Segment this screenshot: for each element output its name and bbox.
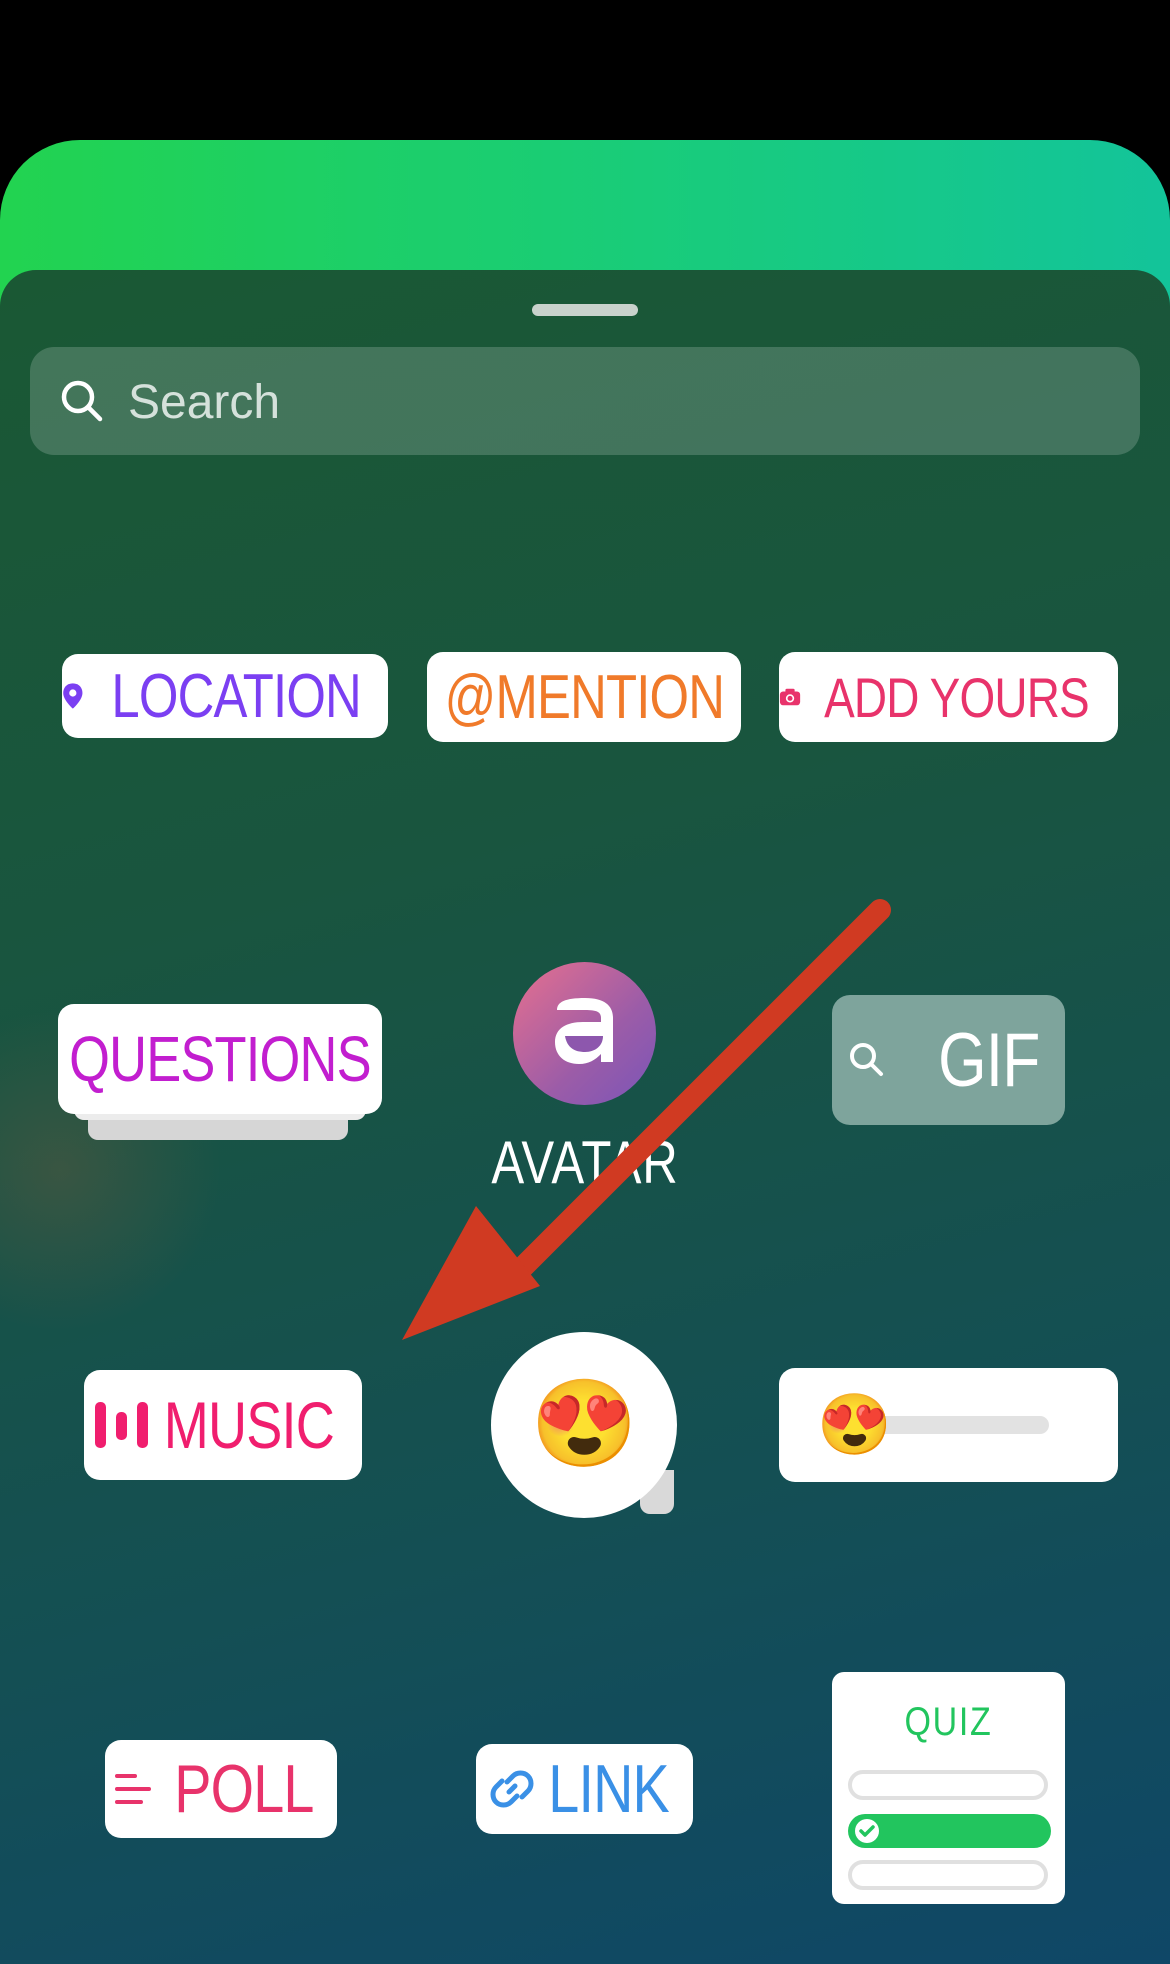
search-bar[interactable]: Search (30, 347, 1140, 455)
quiz-label: QUIZ (904, 1700, 993, 1744)
quiz-option-3 (848, 1860, 1048, 1890)
quiz-option-correct (848, 1814, 1051, 1848)
link-label: LINK (548, 1751, 670, 1827)
mention-sticker[interactable]: @MENTION (427, 652, 741, 742)
poll-label: POLL (174, 1751, 314, 1827)
gif-sticker[interactable]: GIF (832, 995, 1065, 1125)
check-circle-icon (855, 1819, 879, 1843)
slider-emoji: 😍 (817, 1391, 892, 1458)
gif-label: GIF (937, 1017, 1040, 1103)
quiz-sticker[interactable]: QUIZ (832, 1672, 1065, 1904)
heart-eyes-emoji: 😍 (530, 1376, 638, 1472)
link-chain-icon (490, 1770, 534, 1808)
gif-search-icon (849, 1043, 883, 1076)
emoji-slider-sticker[interactable]: 😍 (779, 1368, 1118, 1482)
threads-at-icon: @ (444, 662, 496, 732)
mention-label: @MENTION (444, 662, 724, 733)
questions-sticker[interactable]: QUESTIONS (58, 1004, 382, 1144)
questions-card: QUESTIONS (58, 1004, 382, 1114)
poll-sticker[interactable]: POLL (105, 1740, 337, 1838)
search-input[interactable]: Search (128, 375, 280, 430)
poll-lines-icon (115, 1774, 152, 1804)
avatar-label: AVATAR (491, 1129, 679, 1196)
search-icon (61, 380, 103, 422)
music-sticker[interactable]: MUSIC (84, 1370, 362, 1480)
emoji-reaction-sticker[interactable]: 😍 (491, 1332, 677, 1518)
music-label: MUSIC (163, 1388, 335, 1462)
location-label: LOCATION (111, 661, 361, 731)
add-yours-label: ADD YOURS (824, 665, 1090, 729)
mention-text: MENTION (495, 662, 724, 732)
link-sticker[interactable]: LINK (476, 1744, 693, 1834)
add-yours-sticker[interactable]: ADD YOURS (779, 652, 1118, 742)
location-sticker[interactable]: LOCATION (62, 654, 388, 738)
location-pin-icon (63, 683, 83, 709)
camera-icon (779, 688, 801, 706)
avatar-a-icon (555, 998, 613, 1064)
sticker-tray: Search LOCATION @MENTION ADD YOURS QUEST… (0, 270, 1170, 1964)
avatar-sticker[interactable] (513, 962, 656, 1105)
questions-label: QUESTIONS (69, 1023, 372, 1095)
music-bars-icon (95, 1402, 149, 1448)
quiz-option-1 (848, 1770, 1048, 1800)
drag-handle[interactable] (532, 304, 638, 316)
